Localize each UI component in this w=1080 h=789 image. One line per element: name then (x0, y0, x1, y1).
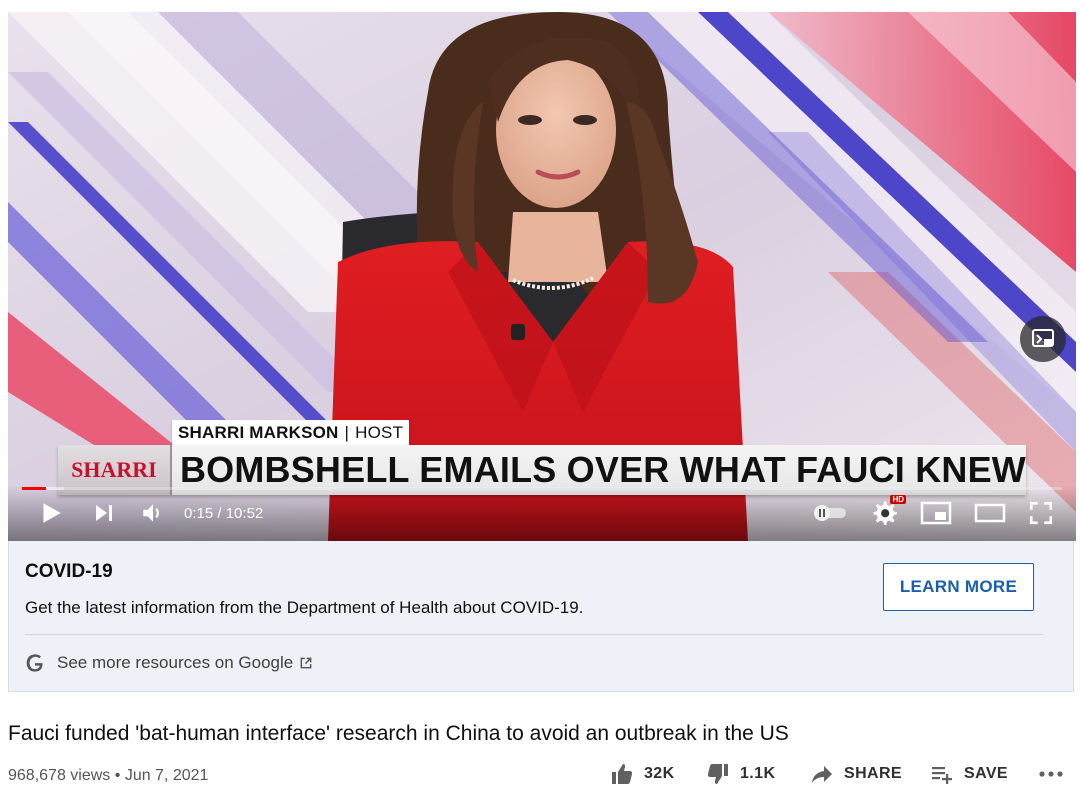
meta-separator: • (114, 767, 121, 784)
time-separator: / (213, 504, 226, 522)
time-display: 0:15 / 10:52 (184, 505, 263, 522)
fullscreen-icon (1029, 501, 1053, 525)
save-button[interactable]: SAVE (928, 762, 1008, 786)
theater-mode-button[interactable] (974, 502, 1006, 524)
view-count: 968,678 views (8, 767, 111, 784)
share-button[interactable]: SHARE (808, 762, 902, 786)
save-label: SAVE (964, 765, 1008, 782)
fullscreen-button[interactable] (1028, 500, 1054, 526)
thumbs-up-icon (612, 764, 633, 784)
external-link-icon (300, 657, 312, 669)
miniplayer-icon (920, 501, 952, 525)
video-player[interactable]: SHARRI MARKSON | HOST SHARRI BOMBSHELL E… (8, 12, 1076, 541)
playlist-add-icon (932, 767, 952, 784)
learn-more-button[interactable]: LEARN MORE (883, 563, 1034, 611)
google-resources-link[interactable]: See more resources on Google (25, 653, 313, 673)
info-divider (25, 634, 1043, 635)
thumbs-down-icon (707, 764, 728, 784)
cast-button[interactable] (1020, 316, 1066, 362)
dislike-count: 1.1K (740, 765, 776, 782)
video-meta-row: 968,678 views • Jun 7, 2021 32K 1.1K SHA… (8, 764, 1078, 789)
miniplayer-button[interactable] (920, 501, 952, 525)
google-link-label: See more resources on Google (57, 653, 294, 672)
more-horizontal-icon (1039, 771, 1063, 777)
share-label: SHARE (844, 765, 903, 782)
player-controls: 0:15 / 10:52 HD (8, 485, 1076, 541)
info-panel-description: Get the latest information from the Depa… (25, 598, 584, 617)
more-actions-button[interactable] (1038, 768, 1064, 780)
upload-date: Jun 7, 2021 (124, 767, 209, 784)
covid-info-panel: COVID-19 Get the latest information from… (8, 541, 1074, 692)
lower-third-name-tag: SHARRI MARKSON | HOST (172, 420, 410, 446)
autoplay-toggle[interactable] (812, 503, 848, 523)
theater-mode-icon (974, 503, 1006, 523)
host-name: SHARRI MARKSON (178, 423, 339, 442)
info-panel-title: COVID-19 (25, 561, 113, 582)
duration: 10:52 (225, 504, 264, 522)
view-count-date: 968,678 views • Jun 7, 2021 (8, 767, 208, 785)
name-separator: | (344, 423, 350, 442)
play-button[interactable] (38, 500, 64, 526)
cast-icon (1032, 329, 1054, 347)
google-g-icon (26, 654, 43, 672)
like-count: 32K (644, 765, 675, 782)
volume-icon (143, 504, 159, 522)
settings-button[interactable]: HD (870, 495, 906, 527)
play-icon (43, 503, 61, 523)
like-button[interactable]: 32K (608, 762, 675, 786)
autoplay-toggle-icon (814, 505, 846, 521)
dislike-button[interactable]: 1.1K (704, 762, 775, 786)
volume-button[interactable] (140, 500, 166, 526)
hd-badge: HD (890, 495, 906, 504)
video-title: Fauci funded 'bat-human interface' resea… (8, 722, 789, 745)
next-button[interactable] (92, 501, 116, 525)
host-role: HOST (355, 423, 404, 442)
current-time: 0:15 (184, 504, 214, 522)
next-icon (96, 505, 112, 521)
share-icon (812, 766, 832, 783)
